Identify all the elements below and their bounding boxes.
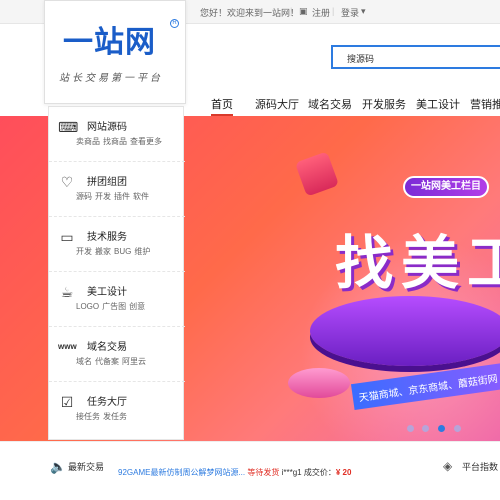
layers-icon: ◈ <box>443 459 453 473</box>
sidebar-item-domain[interactable]: www 域名交易 域名 代备案 阿里云 <box>49 327 185 382</box>
carousel-dot-1[interactable] <box>407 425 414 432</box>
sidebar-item-group[interactable]: ♡ 拼团组团 源码 开发 插件 软件 <box>49 162 185 217</box>
greeting-text: 您好！欢迎来到一站网！ <box>200 8 300 18</box>
code-icon: ⌨ <box>58 119 79 135</box>
search-placeholder: 搜源码 <box>347 54 375 64</box>
user-icon: ▣ <box>299 6 308 16</box>
search-input[interactable]: 搜源码 <box>331 45 500 69</box>
sidebar-item-tech[interactable]: ▭ 技术服务 开发 搬家 BUG 维护 <box>49 217 185 272</box>
nav-home[interactable]: 首页 <box>211 96 233 116</box>
speaker-icon: 🔈 <box>50 459 67 474</box>
cup-decoration <box>294 151 340 197</box>
nav-dev-service[interactable]: 开发服务 <box>362 96 406 112</box>
carousel-dot-4[interactable] <box>454 425 461 432</box>
main-nav: 首页 源码大厅 域名交易 开发服务 美工设计 营销推 <box>186 92 500 116</box>
www-icon: www <box>58 342 77 351</box>
banner-tag: 一站网美工栏目 <box>403 176 489 198</box>
banner-platform <box>310 296 500 366</box>
register-link[interactable]: 注册 <box>312 6 330 19</box>
sidebar-item-design[interactable]: ☕ 美工设计 LOGO 广告图 创意 <box>49 272 185 327</box>
carousel-dot-3[interactable] <box>438 425 445 432</box>
nav-source-hall[interactable]: 源码大厅 <box>255 96 299 112</box>
login-link[interactable]: 登录 <box>341 6 359 19</box>
category-sidebar: ⌨ 网站源码 卖商品 找商品 查看更多 ♡ 拼团组团 源码 开发 插件 软件 ▭ 技术服务… <box>48 106 185 440</box>
latest-trades-label: 最新交易 <box>68 462 105 472</box>
logo-text: 一站网 <box>63 25 156 60</box>
monitor-icon: ▭ <box>60 229 74 245</box>
site-logo[interactable]: 一站网 R 站长交易第一平台 <box>44 0 186 104</box>
latest-trades-bar: 🔈 最新交易 92GAME最新仿制周公解梦网站源... 等待发货 i***g1 … <box>0 441 500 500</box>
trade-item[interactable]: 92GAME最新仿制周公解梦网站源... 等待发货 i***g1 成交价：¥ 2… <box>118 467 351 478</box>
platform-index-label[interactable]: 平台指数 <box>462 460 498 473</box>
nav-domain-trade[interactable]: 域名交易 <box>308 96 352 112</box>
sidebar-item-source[interactable]: ⌨ 网站源码 卖商品 找商品 查看更多 <box>49 107 185 162</box>
carousel-dot-2[interactable] <box>422 425 429 432</box>
calendar-check-icon: ☑ <box>60 394 74 410</box>
nav-marketing[interactable]: 营销推 <box>470 96 500 112</box>
banner-headline: 找美工 <box>335 231 500 296</box>
blimp-decoration <box>288 368 350 398</box>
cup-icon: ☕ <box>60 284 74 300</box>
registered-icon: R <box>170 19 179 28</box>
heart-icon: ♡ <box>60 174 74 190</box>
sidebar-item-task[interactable]: ☑ 任务大厅 接任务 发任务 <box>49 382 185 437</box>
logo-slogan: 站长交易第一平台 <box>59 73 163 84</box>
nav-design[interactable]: 美工设计 <box>416 96 460 112</box>
chevron-down-icon[interactable]: ▾ <box>361 6 366 17</box>
